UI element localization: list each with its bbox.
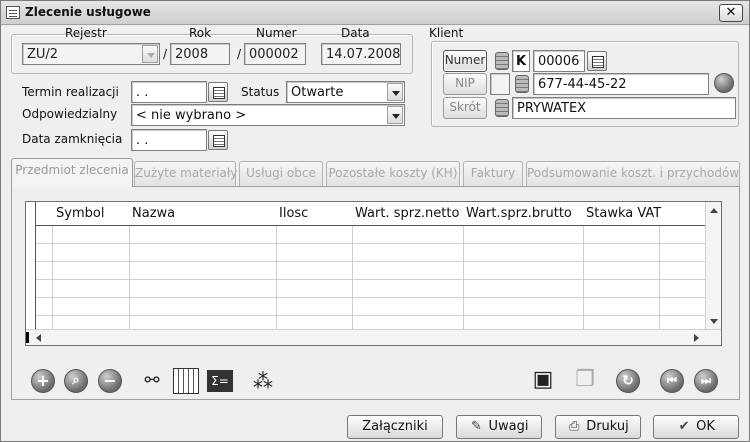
- column-header-nazwa[interactable]: Nazwa: [132, 206, 175, 221]
- odpowiedzialny-label: Odpowiedzialny: [22, 107, 118, 121]
- checkmark-icon: ✔: [678, 419, 690, 434]
- attachments-button[interactable]: Załączniki: [347, 415, 443, 439]
- grid-header: Symbol Nazwa Ilosc Wart. sprz.netto Wart…: [26, 202, 706, 226]
- tab-podsumowanie[interactable]: Podsumowanie koszt. i przychodów: [526, 161, 740, 186]
- ok-label: OK: [696, 419, 715, 434]
- tab-panel-przedmiot-zlecenia: Symbol Nazwa Ilosc Wart. sprz.netto Wart…: [11, 186, 740, 400]
- table-row[interactable]: [26, 298, 706, 316]
- service-order-window: Zlecenie usługowe ✕ Rejestr Rok Numer Da…: [0, 0, 750, 442]
- close-button[interactable]: ✕: [719, 4, 743, 22]
- data-zamkniecia-field[interactable]: . .: [131, 129, 207, 151]
- plus-icon[interactable]: +: [31, 369, 55, 393]
- notes-button[interactable]: ✎ Uwagi: [456, 415, 542, 439]
- nip-prefix-field: [490, 73, 510, 95]
- termin-label: Termin realizacji: [22, 85, 119, 99]
- rejestr-label: Rejestr: [65, 26, 107, 40]
- status-label: Status: [241, 85, 280, 99]
- attachments-label: Załączniki: [362, 419, 428, 434]
- tab-pozostale-koszty[interactable]: Pozostałe koszty (KH): [326, 161, 460, 186]
- odpowiedzialny-value: < nie wybrano >: [136, 108, 247, 123]
- binoculars-icon[interactable]: ⚯: [139, 368, 165, 394]
- column-header-brutto[interactable]: Wart.sprz.brutto: [466, 206, 572, 221]
- skrot-button[interactable]: Skrót: [443, 97, 487, 119]
- sum-icon[interactable]: Σ=: [207, 370, 233, 392]
- numer-label: Numer: [256, 26, 297, 40]
- tab-przedmiot-zlecenia[interactable]: Przedmiot zlecenia: [11, 158, 133, 187]
- database-icon: [495, 52, 509, 70]
- chevron-down-icon[interactable]: [387, 83, 403, 101]
- rok-label: Rok: [189, 26, 212, 40]
- data-field[interactable]: 14.07.2008: [321, 43, 401, 65]
- column-header-ilosc[interactable]: Ilosc: [279, 206, 308, 221]
- printer-icon: ⎙: [569, 419, 580, 434]
- skrot-field[interactable]: PRYWATEX: [512, 97, 736, 119]
- save-icon[interactable]: ▣: [530, 367, 556, 393]
- rok-field[interactable]: 2008: [170, 43, 230, 65]
- notes-label: Uwagi: [488, 419, 529, 434]
- copy-icon[interactable]: ❐: [572, 367, 598, 393]
- numer-button[interactable]: Numer: [443, 50, 487, 72]
- status-combo[interactable]: Otwarte: [286, 81, 405, 103]
- data-zamkniecia-label: Data zamknięcia: [22, 132, 123, 146]
- table-filter-icon[interactable]: [173, 368, 199, 394]
- table-row[interactable]: [26, 280, 706, 298]
- items-grid[interactable]: Symbol Nazwa Ilosc Wart. sprz.netto Wart…: [25, 201, 722, 346]
- tab-faktury[interactable]: Faktury: [463, 161, 523, 186]
- window-icon: [6, 6, 20, 19]
- chevron-down-icon[interactable]: [387, 106, 403, 124]
- refresh-icon[interactable]: ↻: [616, 369, 640, 393]
- scroll-left-icon[interactable]: [36, 334, 41, 342]
- tab-zuzyte-materialy[interactable]: Zużyte materiały: [134, 161, 237, 186]
- window-title: Zlecenie usługowe: [25, 5, 151, 19]
- nip-button[interactable]: NIP: [443, 73, 487, 95]
- data-label: Data: [341, 26, 370, 40]
- scroll-right-icon[interactable]: [694, 334, 699, 342]
- slash-separator: /: [163, 47, 168, 61]
- print-button[interactable]: ⎙ Drukuj: [555, 415, 641, 439]
- database-icon: [495, 99, 509, 117]
- table-row[interactable]: [26, 244, 706, 262]
- client-lookup-button[interactable]: [587, 51, 607, 71]
- first-record-icon[interactable]: ⏮: [660, 369, 684, 393]
- tree-icon[interactable]: ⁂: [250, 368, 276, 394]
- minus-icon[interactable]: −: [98, 369, 122, 393]
- scroll-thumb[interactable]: [26, 332, 29, 343]
- klient-label: Klient: [429, 26, 464, 40]
- ok-button[interactable]: ✔ OK: [653, 415, 739, 439]
- column-header-symbol[interactable]: Symbol: [56, 206, 104, 221]
- scroll-up-icon[interactable]: [710, 208, 718, 213]
- client-type-flag: K: [512, 50, 530, 72]
- print-label: Drukuj: [586, 419, 629, 434]
- tab-uslugi-obce[interactable]: Usługi obce: [239, 161, 323, 186]
- calendar-icon[interactable]: [208, 130, 228, 150]
- slash-separator: /: [237, 47, 242, 61]
- rejestr-combo[interactable]: ZU/2: [22, 43, 160, 65]
- scroll-down-icon[interactable]: [710, 319, 718, 324]
- numer-field[interactable]: 000002: [244, 43, 306, 65]
- odpowiedzialny-combo[interactable]: < nie wybrano >: [131, 104, 405, 126]
- nip-field[interactable]: 677-44-45-22: [533, 73, 709, 95]
- database-icon: [515, 75, 529, 93]
- row-indicator-column: [26, 202, 36, 330]
- title-bar[interactable]: Zlecenie usługowe ✕: [1, 1, 749, 25]
- horizontal-scrollbar[interactable]: [26, 329, 721, 345]
- column-header-netto[interactable]: Wart. sprz.netto: [355, 206, 459, 221]
- rejestr-value: ZU/2: [27, 47, 59, 62]
- chevron-down-icon[interactable]: [142, 45, 158, 63]
- table-row[interactable]: [26, 226, 706, 244]
- search-icon[interactable]: ⌕: [64, 369, 88, 393]
- vertical-scrollbar[interactable]: [705, 202, 721, 330]
- table-row[interactable]: [26, 262, 706, 280]
- column-header-vat[interactable]: Stawka VAT: [586, 206, 661, 221]
- last-record-icon[interactable]: ⏭: [694, 369, 718, 393]
- note-icon: ✎: [471, 419, 482, 434]
- client-number-field[interactable]: 00006: [533, 50, 585, 72]
- globe-icon[interactable]: [714, 73, 734, 93]
- status-value: Otwarte: [291, 85, 344, 100]
- termin-field[interactable]: . .: [131, 81, 207, 103]
- calendar-icon[interactable]: [208, 82, 228, 102]
